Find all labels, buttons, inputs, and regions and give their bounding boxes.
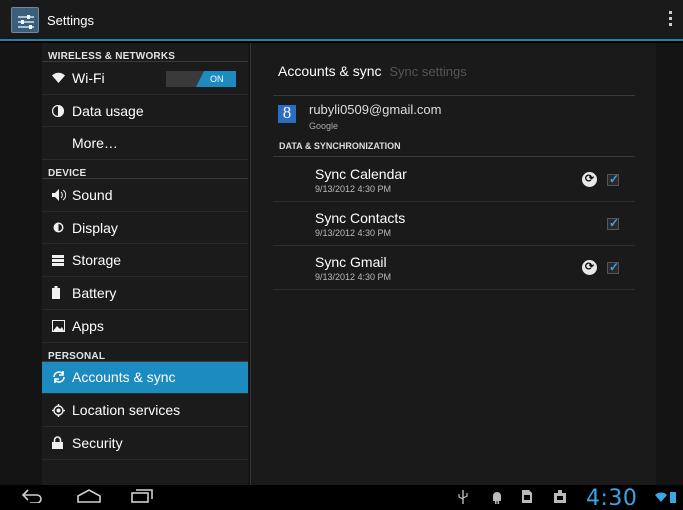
sidebar-item-more[interactable]: More… <box>42 127 248 161</box>
overflow-menu-icon[interactable] <box>669 11 673 29</box>
sidebar-item-battery[interactable]: Battery <box>42 277 248 310</box>
account-type: Google <box>309 121 339 131</box>
sync-calendar-checkbox[interactable] <box>607 172 619 186</box>
action-bar: Settings <box>0 0 683 41</box>
sync-now-icon: ⟳ <box>582 260 597 275</box>
settings-app-icon[interactable] <box>11 7 39 33</box>
brightness-icon <box>52 221 72 234</box>
sync-item-date: 9/13/2012 4:30 PM <box>315 228 392 238</box>
wifi-toggle[interactable]: ON <box>166 71 236 87</box>
back-button[interactable] <box>21 489 44 508</box>
wifi-signal-icon <box>655 492 667 505</box>
battery-icon <box>52 286 72 300</box>
toggle-on-label: ON <box>196 71 236 87</box>
section-header-data-sync: DATA & SYNCHRONIZATION <box>273 141 635 157</box>
sidebar-item-label: Display <box>72 219 118 236</box>
sync-item-calendar[interactable]: Sync Calendar 9/13/2012 4:30 PM ⟳ <box>273 158 635 202</box>
account-email: rubyli0509@gmail.com <box>309 102 442 117</box>
section-header-wireless: WIRELESS & NETWORKS <box>42 43 248 62</box>
breadcrumb: Accounts & sync Sync settings <box>278 63 467 79</box>
battery-status-icon <box>670 492 676 503</box>
notification-icon <box>554 490 566 508</box>
sidebar-item-label: Data usage <box>72 102 144 119</box>
sidebar-item-label: Wi-Fi <box>72 69 105 86</box>
sidebar-item-accounts-sync[interactable]: Accounts & sync <box>42 361 248 395</box>
sidebar-item-storage[interactable]: Storage <box>42 244 248 278</box>
lock-icon <box>52 436 72 450</box>
data-usage-icon <box>52 104 72 117</box>
sync-item-date: 9/13/2012 4:30 PM <box>315 184 392 194</box>
tab-accounts-sync[interactable]: Accounts & sync <box>278 63 382 79</box>
sync-item-gmail[interactable]: Sync Gmail 9/13/2012 4:30 PM ⟳ <box>273 246 635 290</box>
section-header-device: DEVICE <box>42 160 248 180</box>
recent-apps-button[interactable] <box>131 489 153 508</box>
settings-sidebar: WIRELESS & NETWORKS Wi-Fi ON Data usage … <box>42 43 248 485</box>
home-button[interactable] <box>77 489 101 508</box>
sidebar-item-label: More… <box>72 135 118 152</box>
location-icon <box>52 403 72 417</box>
sidebar-item-label: Battery <box>72 284 117 301</box>
sync-item-date: 9/13/2012 4:30 PM <box>315 272 392 282</box>
sidebar-item-wifi[interactable]: Wi-Fi ON <box>42 62 248 95</box>
storage-icon <box>52 254 72 266</box>
sync-gmail-checkbox[interactable] <box>607 260 619 274</box>
sidebar-item-security[interactable]: Security <box>42 427 248 460</box>
sync-contacts-checkbox[interactable] <box>607 216 619 230</box>
sidebar-item-label: Sound <box>72 186 113 203</box>
system-navigation-bar: 4:30 <box>0 485 683 510</box>
sidebar-item-label: Accounts & sync <box>72 369 176 386</box>
sync-item-title: Sync Gmail <box>315 254 387 270</box>
status-clock: 4:30 <box>586 486 638 510</box>
accounts-sync-pane: Accounts & sync Sync settings 8 rubyli05… <box>250 43 656 485</box>
sidebar-item-label: Apps <box>72 317 104 334</box>
google-account-icon: 8 <box>278 104 296 123</box>
sync-item-contacts[interactable]: Sync Contacts 9/13/2012 4:30 PM <box>273 202 635 246</box>
section-header-personal: PERSONAL <box>42 343 248 362</box>
settings-content: WIRELESS & NETWORKS Wi-Fi ON Data usage … <box>0 43 683 485</box>
android-debug-icon <box>491 490 503 509</box>
sidebar-item-data-usage[interactable]: Data usage <box>42 95 248 128</box>
account-row[interactable]: 8 rubyli0509@gmail.com Google <box>273 95 635 137</box>
apps-icon <box>52 319 72 332</box>
sidebar-item-label: Storage <box>72 252 122 269</box>
sync-icon <box>52 370 72 384</box>
sync-item-title: Sync Calendar <box>315 166 407 182</box>
sync-now-icon: ⟳ <box>582 172 597 187</box>
usb-icon <box>458 490 468 509</box>
app-title: Settings <box>47 13 94 28</box>
sidebar-item-apps[interactable]: Apps <box>42 310 248 343</box>
sidebar-item-label: Security <box>72 434 123 451</box>
sidebar-item-display[interactable]: Display <box>42 212 248 245</box>
sidebar-item-label: Location services <box>72 402 181 419</box>
sdcard-icon <box>522 490 532 508</box>
sync-item-title: Sync Contacts <box>315 210 406 226</box>
sidebar-item-sound[interactable]: Sound <box>42 179 248 212</box>
tab-sync-settings[interactable]: Sync settings <box>389 64 466 79</box>
wifi-icon <box>52 72 72 84</box>
speaker-icon <box>52 188 72 201</box>
sidebar-item-location[interactable]: Location services <box>42 394 248 427</box>
